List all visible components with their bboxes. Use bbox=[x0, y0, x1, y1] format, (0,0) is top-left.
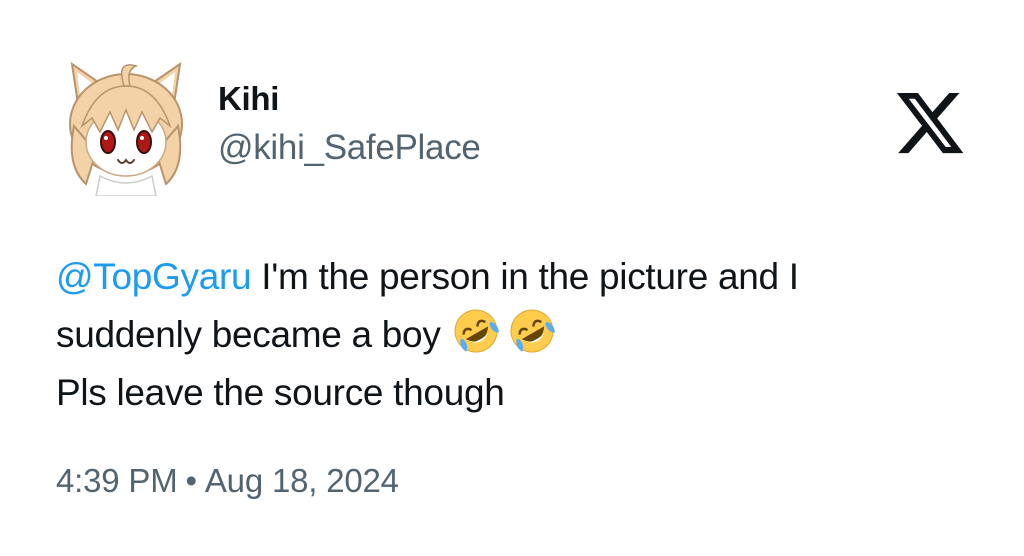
separator-dot: • bbox=[185, 462, 198, 499]
tweet-timestamp[interactable]: 4:39 PM • Aug 18, 2024 bbox=[56, 462, 399, 500]
tweet-line-2: suddenly became a boy bbox=[56, 306, 976, 364]
emoji-group bbox=[451, 306, 563, 373]
tweet-time: 4:39 PM bbox=[56, 462, 178, 499]
tweet-line-2-text: suddenly became a boy bbox=[56, 314, 441, 355]
rolling-on-floor-laughing-emoji-icon bbox=[510, 309, 555, 353]
rolling-on-floor-laughing-emoji-icon bbox=[454, 309, 499, 353]
x-logo-icon[interactable] bbox=[893, 86, 967, 160]
author-display-name[interactable]: Kihi bbox=[218, 80, 279, 118]
avatar[interactable] bbox=[56, 56, 196, 197]
mention-link[interactable]: @TopGyaru bbox=[56, 256, 252, 297]
anime-cat-girl-avatar-icon bbox=[69, 61, 183, 197]
author-handle[interactable]: @kihi_SafePlace bbox=[218, 128, 481, 168]
tweet-card: Kihi @kihi_SafePlace @TopGyaru I'm the p… bbox=[0, 0, 1024, 556]
tweet-text: @TopGyaru I'm the person in the picture … bbox=[56, 248, 976, 422]
tweet-date: Aug 18, 2024 bbox=[204, 462, 399, 499]
tweet-line-1-text: I'm the person in the picture and I bbox=[251, 256, 799, 297]
tweet-line-1: @TopGyaru I'm the person in the picture … bbox=[56, 248, 976, 306]
